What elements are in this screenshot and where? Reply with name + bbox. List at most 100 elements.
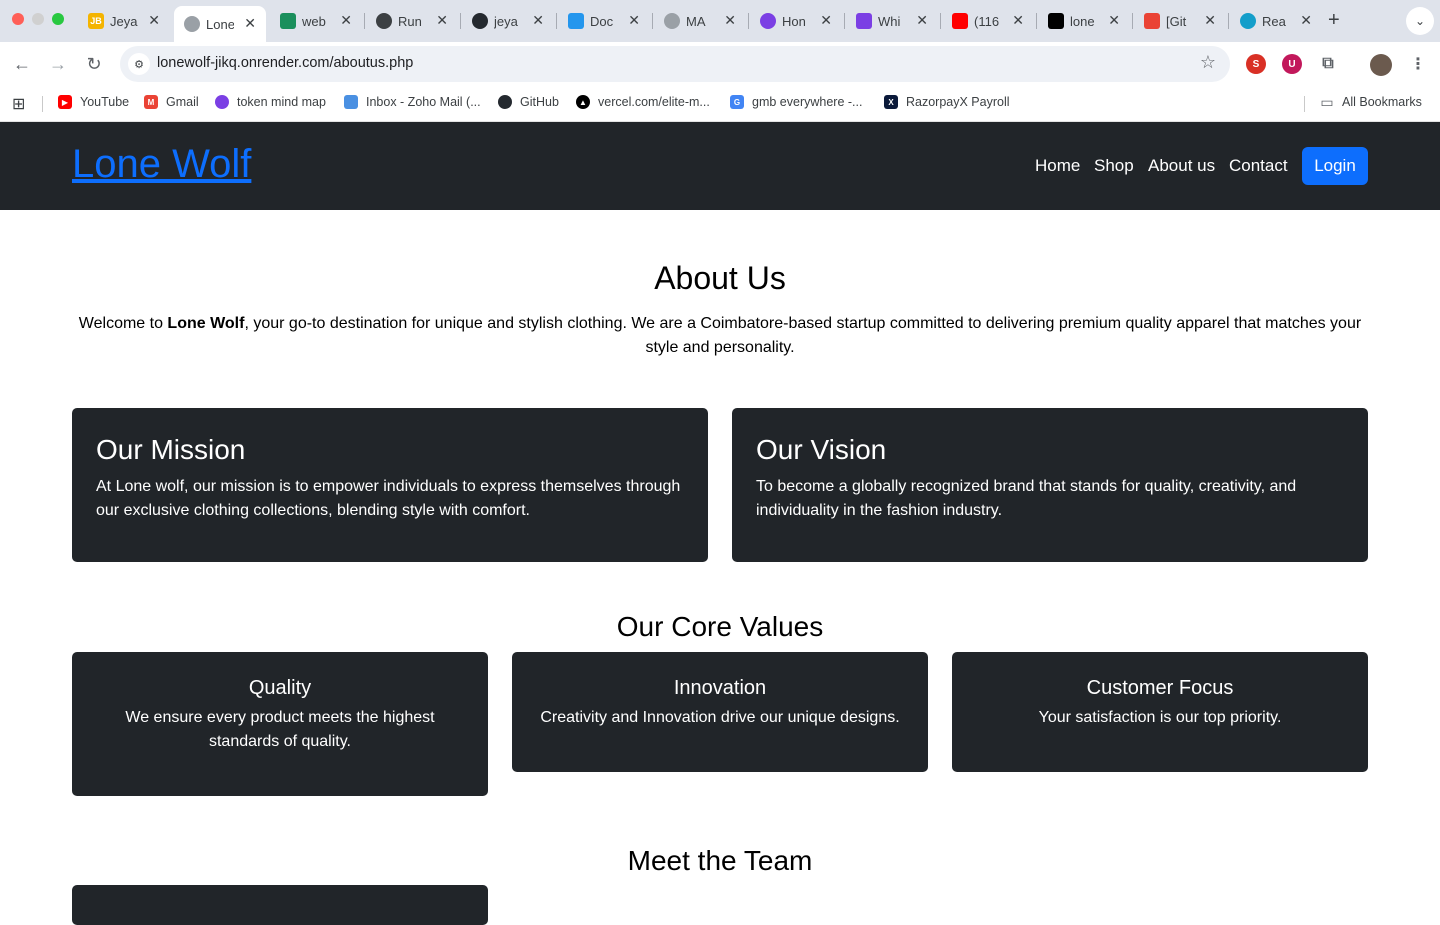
browser-tab[interactable]: jeya ✕ (462, 6, 554, 36)
reload-icon[interactable]: ↻ (82, 52, 106, 76)
new-tab-button[interactable]: + (1328, 10, 1340, 30)
browser-tab[interactable]: (116 ✕ (942, 6, 1034, 36)
render-favicon-icon (280, 13, 296, 29)
gmail-favicon-icon (1144, 13, 1160, 29)
browser-tab[interactable]: web ✕ (270, 6, 362, 36)
brand-logo-link[interactable]: Lone Wolf (72, 140, 251, 188)
youtube-icon: ▶ (58, 95, 72, 109)
close-tab-icon[interactable]: ✕ (1012, 13, 1024, 27)
bookmark-gmb-everywhere[interactable]: G gmb everywhere -... (730, 95, 862, 109)
close-tab-icon[interactable]: ✕ (916, 13, 928, 27)
bookmark-razorpayx[interactable]: X RazorpayX Payroll (884, 95, 1010, 109)
close-tab-icon[interactable]: ✕ (532, 13, 544, 27)
bookmark-zoho-mail[interactable]: Inbox - Zoho Mail (... (344, 95, 481, 109)
bookmark-label: GitHub (520, 95, 559, 109)
bookmark-token-mind-map[interactable]: token mind map (215, 95, 326, 109)
bookmark-github[interactable]: GitHub (498, 95, 559, 109)
bookmark-label: gmb everywhere -... (752, 95, 863, 109)
browser-tab[interactable]: Whi ✕ (846, 6, 938, 36)
tab-label: Rea (1262, 13, 1286, 29)
tab-label: lone (1070, 13, 1095, 29)
url-text[interactable]: lonewolf-jikq.onrender.com/aboutus.php (157, 55, 413, 71)
apps-grid-icon[interactable]: ⊞ (12, 94, 25, 114)
close-tab-icon[interactable]: ✕ (436, 13, 448, 27)
close-window-button[interactable] (12, 13, 24, 25)
address-bar[interactable]: ⚙ lonewolf-jikq.onrender.com/aboutus.php… (120, 46, 1230, 82)
browser-tab[interactable]: [Git ✕ (1134, 6, 1226, 36)
extensions-puzzle-icon[interactable]: ⧉ (1318, 54, 1338, 74)
tab-label: [Git (1166, 13, 1187, 29)
login-button[interactable]: Login (1302, 147, 1368, 185)
team-section-title: Meet the Team (627, 845, 813, 876)
browser-tab[interactable]: Hon ✕ (750, 6, 842, 36)
google-icon: G (730, 95, 744, 109)
close-tab-icon[interactable]: ✕ (628, 13, 640, 27)
globe-favicon-icon (184, 16, 200, 32)
bookmark-youtube[interactable]: ▶ YouTube (58, 95, 129, 109)
bookmark-vercel[interactable]: ▲ vercel.com/elite-m... (576, 95, 710, 109)
tab-separator (652, 13, 653, 29)
browser-tab-active[interactable]: Lone ✕ (174, 6, 266, 42)
tab-separator (940, 13, 941, 29)
forward-arrow-icon[interactable]: → (46, 52, 70, 76)
close-tab-icon[interactable]: ✕ (1300, 13, 1312, 27)
gmail-icon: M (144, 95, 158, 109)
intro-text-start: Welcome to (78, 315, 168, 332)
bookmark-gmail[interactable]: M Gmail (144, 95, 199, 109)
bookmark-label: Inbox - Zoho Mail (... (366, 95, 481, 109)
tab-label: Whi (878, 13, 901, 29)
close-tab-icon[interactable]: ✕ (1204, 13, 1216, 27)
nav-link-shop[interactable]: Shop (1094, 156, 1134, 176)
vision-card: Our Vision To become a globally recogniz… (732, 408, 1368, 562)
bookmark-star-icon[interactable]: ☆ (1200, 52, 1216, 73)
tab-separator (460, 13, 461, 29)
back-arrow-icon[interactable]: ← (10, 52, 34, 76)
close-tab-icon[interactable]: ✕ (148, 13, 160, 27)
tab-label: Jeya (110, 13, 138, 29)
tab-label: (116 (974, 13, 1000, 29)
browser-tab[interactable]: JB Jeya ✕ (78, 6, 170, 36)
browser-tab[interactable]: Rea ✕ (1230, 6, 1322, 36)
core-value-title: Innovation (673, 677, 767, 699)
all-bookmarks-button[interactable]: ▭ All Bookmarks (1320, 94, 1422, 110)
mission-text: At Lone wolf, our mission is to empower … (96, 478, 681, 519)
zoho-mail-icon (344, 95, 358, 109)
seo-extension-icon[interactable]: S (1246, 54, 1266, 74)
youtube-favicon-icon (952, 13, 968, 29)
close-tab-icon[interactable]: ✕ (340, 13, 352, 27)
core-value-card-customer-focus: Customer Focus Your satisfaction is our … (952, 652, 1368, 772)
tab-separator (1036, 13, 1037, 29)
browser-toolbar: ← → ↻ ⚙ lonewolf-jikq.onrender.com/about… (0, 42, 1440, 86)
close-tab-icon[interactable]: ✕ (724, 13, 736, 27)
page-title: About Us (654, 260, 786, 296)
browser-tab[interactable]: Doc ✕ (558, 6, 650, 36)
close-tab-icon[interactable]: ✕ (244, 16, 256, 30)
bookmark-separator (1304, 96, 1305, 112)
close-tab-icon[interactable]: ✕ (820, 13, 832, 27)
site-info-icon[interactable]: ⚙ (128, 53, 150, 75)
browser-menu-icon[interactable]: ⋮ (1408, 54, 1428, 74)
nav-link-contact[interactable]: Contact (1229, 156, 1288, 176)
github-icon (498, 95, 512, 109)
close-tab-icon[interactable]: ✕ (1108, 13, 1120, 27)
tab-search-chevron-icon[interactable]: ⌄ (1406, 7, 1434, 35)
vision-title: Our Vision (756, 434, 887, 465)
tab-separator (748, 13, 749, 29)
maximize-window-button[interactable] (52, 13, 64, 25)
browser-tab[interactable]: MA ✕ (654, 6, 746, 36)
nav-link-about-us[interactable]: About us (1148, 156, 1215, 176)
tab-separator (364, 13, 365, 29)
core-value-text: Your satisfaction is our top priority. (1038, 709, 1282, 726)
minimize-window-button[interactable] (32, 13, 44, 25)
ublock-extension-icon[interactable]: U (1282, 54, 1302, 74)
openai-favicon-icon (376, 13, 392, 29)
intro-brand-name: Lone Wolf (167, 315, 245, 332)
mission-title: Our Mission (96, 434, 246, 465)
intro-text-end: , your go-to destination for unique and … (244, 315, 1362, 356)
nav-link-home[interactable]: Home (1035, 156, 1080, 176)
tab-label: Run (398, 13, 422, 29)
profile-avatar[interactable] (1370, 54, 1392, 76)
tab-label: Hon (782, 13, 806, 29)
browser-tab[interactable]: Run ✕ (366, 6, 458, 36)
browser-tab[interactable]: lone ✕ (1038, 6, 1130, 36)
